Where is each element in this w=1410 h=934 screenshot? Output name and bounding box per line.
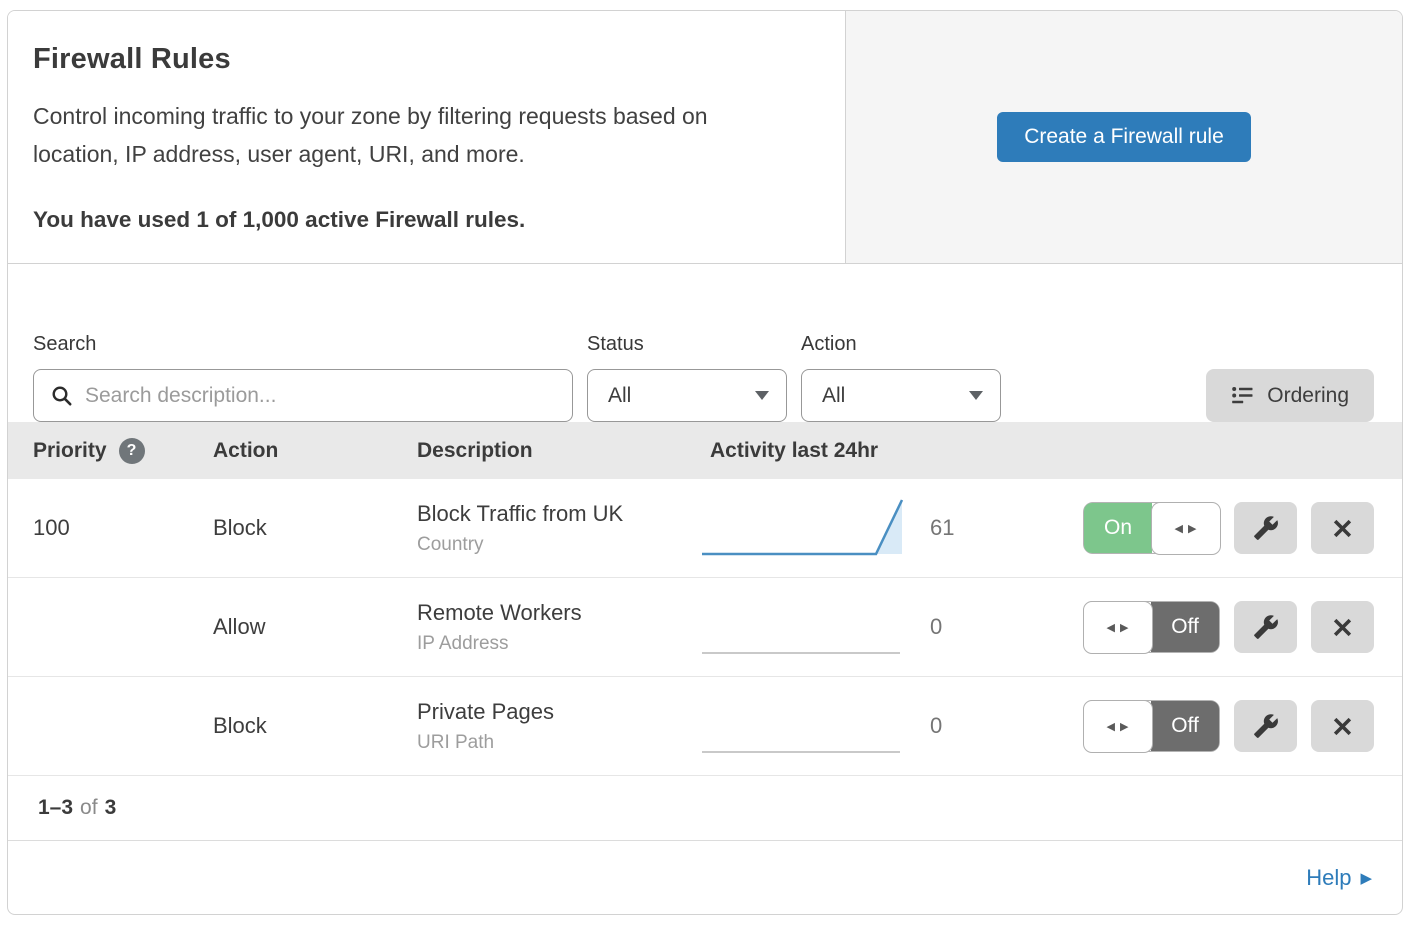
wrench-icon [1253,515,1279,541]
rule-action: Block [189,515,393,541]
rule-action: Allow [189,614,393,640]
page-description: Control incoming traffic to your zone by… [33,98,798,174]
rule-controls: Off ◀ ▶ [1080,601,1402,653]
toggle-state-label: On [1084,503,1152,553]
enable-toggle[interactable]: On ◀ ▶ [1083,502,1220,554]
table-body: 100 Block Block Traffic from UK Country … [8,479,1402,776]
rule-description-title: Remote Workers [417,600,690,626]
search-box[interactable] [33,369,573,422]
header-section: Firewall Rules Control incoming traffic … [8,11,1402,264]
help-arrow-icon: ▶ [1360,869,1372,886]
action-label: Action [801,333,1001,356]
action-selected-value: All [822,384,845,408]
priority-help-icon[interactable]: ? [119,438,145,464]
column-header-priority: Priority ? [8,438,189,464]
activity-sparkline [690,493,910,563]
rule-match-type: Country [417,534,690,556]
toggle-left-arrow-icon: ◀ [1107,621,1115,634]
sparkline-chart-icon [700,493,905,563]
column-header-activity: Activity last 24hr [690,439,1080,463]
wrench-icon [1253,614,1279,640]
rule-action: Block [189,713,393,739]
rule-priority: 100 [8,515,189,541]
close-icon [1332,716,1353,737]
rule-description: Remote Workers IP Address [393,600,690,655]
delete-rule-button[interactable] [1311,601,1374,653]
firewall-rules-page: Firewall Rules Control incoming traffic … [7,10,1403,915]
action-select[interactable]: All [801,369,1001,422]
close-icon [1332,617,1353,638]
activity-count: 61 [910,515,1080,541]
activity-sparkline [690,592,910,662]
help-link-label: Help [1306,865,1351,891]
toggle-state-label: Off [1151,701,1219,751]
edit-rule-button[interactable] [1234,502,1297,554]
column-header-description: Description [393,439,690,463]
search-input[interactable] [85,384,558,408]
create-firewall-rule-button[interactable]: Create a Firewall rule [997,112,1251,162]
table-row: 100 Block Block Traffic from UK Country … [8,479,1402,578]
pagination-range: 1–3 [38,796,73,820]
status-select[interactable]: All [587,369,787,422]
edit-rule-button[interactable] [1234,700,1297,752]
rule-description-title: Block Traffic from UK [417,501,690,527]
filter-bar: Search Status All Action All [8,264,1402,422]
chevron-down-icon [969,391,983,400]
rule-controls: Off ◀ ▶ [1080,700,1402,752]
table-header: Priority ? Action Description Activity l… [8,422,1402,479]
ordering-button[interactable]: Ordering [1206,369,1374,422]
toggle-left-arrow-icon: ◀ [1107,720,1115,733]
rule-description-title: Private Pages [417,699,690,725]
page-title: Firewall Rules [33,43,805,76]
wrench-icon [1253,713,1279,739]
close-icon [1332,518,1353,539]
delete-rule-button[interactable] [1311,700,1374,752]
toggle-right-arrow-icon: ▶ [1188,522,1196,535]
enable-toggle[interactable]: Off ◀ ▶ [1083,700,1220,752]
activity-count: 0 [910,614,1080,640]
edit-rule-button[interactable] [1234,601,1297,653]
help-footer: Help ▶ [8,840,1402,914]
column-header-action: Action [189,439,393,463]
status-selected-value: All [608,384,631,408]
rule-match-type: URI Path [417,732,690,754]
action-filter-group: Action All [801,333,1001,422]
ordering-button-label: Ordering [1267,384,1349,408]
help-link[interactable]: Help ▶ [1306,865,1372,891]
chevron-down-icon [755,391,769,400]
toggle-right-arrow-icon: ▶ [1120,621,1128,634]
table-row: Block Private Pages URI Path 0 Off [8,677,1402,776]
status-label: Status [587,333,787,356]
activity-count: 0 [910,713,1080,739]
usage-note: You have used 1 of 1,000 active Firewall… [33,207,805,233]
search-label: Search [33,333,573,356]
toggle-left-arrow-icon: ◀ [1175,522,1183,535]
sparkline-flat-icon [700,691,905,761]
pagination-total: 3 [105,796,117,820]
pagination-of: of [80,796,98,820]
header-text-block: Firewall Rules Control incoming traffic … [8,11,846,263]
table-row: Allow Remote Workers IP Address 0 Off [8,578,1402,677]
enable-toggle[interactable]: Off ◀ ▶ [1083,601,1220,653]
toggle-right-arrow-icon: ▶ [1120,720,1128,733]
status-filter-group: Status All [587,333,787,422]
toggle-handle[interactable]: ◀ ▶ [1083,700,1153,753]
activity-sparkline [690,691,910,761]
rule-controls: On ◀ ▶ [1080,502,1402,554]
toggle-handle[interactable]: ◀ ▶ [1083,601,1153,654]
search-filter-group: Search [33,333,573,422]
delete-rule-button[interactable] [1311,502,1374,554]
toggle-state-label: Off [1151,602,1219,652]
rule-description: Private Pages URI Path [393,699,690,754]
header-action-panel: Create a Firewall rule [846,11,1402,263]
rule-description: Block Traffic from UK Country [393,501,690,556]
sparkline-flat-icon [700,592,905,662]
pagination: 1–3 of 3 [8,776,1402,840]
rule-match-type: IP Address [417,633,690,655]
search-icon [51,385,73,407]
toggle-handle[interactable]: ◀ ▶ [1151,502,1221,555]
ordering-list-icon [1231,384,1254,407]
ordering-wrap: Ordering [1206,369,1374,422]
